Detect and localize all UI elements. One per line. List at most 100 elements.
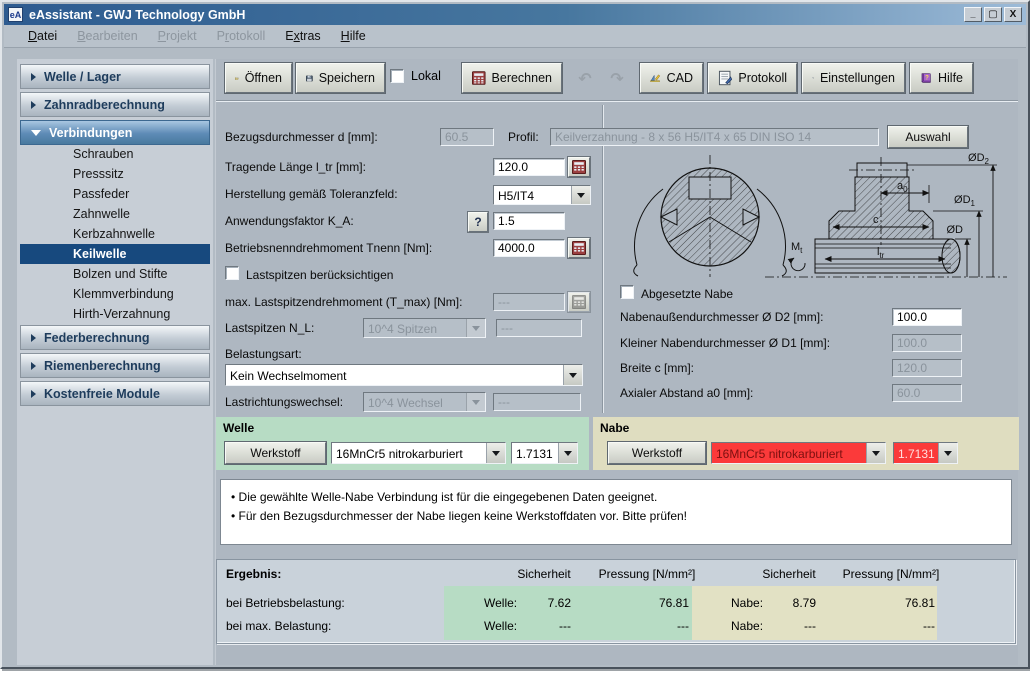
shaft-material-panel: Welle Werkstoff 16MnCr5 nitrokarburiert … <box>216 417 589 470</box>
results-col-shaft-safety: Sicherheit <box>494 567 594 581</box>
application-factor-field[interactable]: 1.5 <box>493 212 565 230</box>
sidebar-item-klemmverbindung[interactable]: Klemmverbindung <box>20 284 210 304</box>
sidebar-section-verbindungen[interactable]: Verbindungen <box>20 120 210 145</box>
svg-text:c: c <box>873 214 879 226</box>
shaft-material-number-value: 1.7131 <box>512 443 558 463</box>
calculator-icon <box>572 160 586 174</box>
main-panel: Öffnen Speichern Lokal <box>215 59 1018 665</box>
sidebar-item-hirth-verzahnung[interactable]: Hirth-Verzahnung <box>20 304 210 324</box>
expanded-arrow-icon <box>31 130 41 136</box>
sidebar-section-label: Federberechnung <box>44 331 150 345</box>
sidebar-item-bolzen-und-stifte[interactable]: Bolzen und Stifte <box>20 264 210 284</box>
toolbar-separator <box>216 100 1018 102</box>
dropdown-arrow-icon[interactable] <box>486 443 505 463</box>
length-calculator-button[interactable] <box>568 157 590 177</box>
column-divider <box>602 105 604 413</box>
lokal-checkbox[interactable] <box>390 69 404 83</box>
shaft-material-button[interactable]: Werkstoff <box>225 442 326 464</box>
stepped-hub-checkbox[interactable] <box>620 285 634 299</box>
max-torque-calculator-button <box>568 292 590 312</box>
profile-field: Keilverzahnung - 8 x 56 H5/IT4 x 65 DIN … <box>550 128 879 146</box>
dropdown-arrow-icon[interactable] <box>571 186 590 204</box>
nominal-torque-calculator-button[interactable] <box>568 238 590 258</box>
folder-open-icon <box>235 71 239 86</box>
tools-icon <box>812 70 814 86</box>
open-button[interactable]: Öffnen <box>225 63 292 93</box>
collapsed-arrow-icon <box>31 73 36 81</box>
save-button[interactable]: Speichern <box>296 63 385 93</box>
sidebar-section-riemenberechnung[interactable]: Riemenberechnung <box>20 353 210 378</box>
lokal-checkbox-label: Lokal <box>411 69 441 83</box>
redo-button: ↷ <box>604 66 630 91</box>
sidebar-section-kostenfreie-module[interactable]: Kostenfreie Module <box>20 381 210 406</box>
results-panel: Ergebnis: Sicherheit Pressung [N/mm²] Si… <box>216 559 1016 644</box>
shaft-safety-value: --- <box>501 619 571 633</box>
calculator-icon <box>472 70 486 86</box>
hub-material-button[interactable]: Werkstoff <box>608 442 706 464</box>
sidebar-item-schrauben[interactable]: Schrauben <box>20 144 210 164</box>
collapsed-arrow-icon <box>31 362 36 370</box>
shaft-material-select[interactable]: 16MnCr5 nitrokarburiert <box>331 442 506 464</box>
length-label: Tragende Länge l_tr [mm]: <box>225 160 366 174</box>
application-factor-help-button[interactable]: ? <box>468 212 488 232</box>
hub-material-number-select[interactable]: 1.7131 <box>893 442 958 464</box>
tolerance-select[interactable]: H5/IT4 <box>493 185 591 205</box>
tolerance-label: Herstellung gemäß Toleranzfeld: <box>225 187 398 201</box>
app-icon: eA <box>8 7 23 22</box>
hub-material-select[interactable]: 16MnCr5 nitrokarburiert <box>711 442 886 464</box>
sidebar-item-keilwelle[interactable]: Keilwelle <box>20 244 210 264</box>
redo-icon: ↷ <box>610 69 623 89</box>
load-peaks-unit-select: 10^4 Spitzen <box>363 318 486 338</box>
tolerance-select-value: H5/IT4 <box>494 186 571 204</box>
calculator-icon <box>572 295 586 309</box>
load-peaks-unit-value: 10^4 Spitzen <box>364 319 466 337</box>
sidebar-item-passfeder[interactable]: Passfeder <box>20 184 210 204</box>
cad-button[interactable]: CAD <box>640 63 703 93</box>
shaft-material-value: 16MnCr5 nitrokarburiert <box>332 443 486 463</box>
sidebar-item-zahnwelle[interactable]: Zahnwelle <box>20 204 210 224</box>
load-type-select[interactable]: Kein Wechselmoment <box>225 364 583 386</box>
titlebar: eA eAssistant - GWJ Technology GmbH _ ▢ … <box>4 4 1026 25</box>
book-question-icon: ? <box>920 70 932 86</box>
axial-distance-label: Axialer Abstand a0 [mm]: <box>620 386 753 400</box>
results-col-hub-safety: Sicherheit <box>739 567 839 581</box>
menu-protokoll: Protokoll <box>207 26 276 46</box>
svg-text:ØD: ØD <box>947 224 964 236</box>
sidebar-section-zahnradberechnung[interactable]: Zahnradberechnung <box>20 92 210 117</box>
sidebar-item-presssitz[interactable]: Presssitz <box>20 164 210 184</box>
calculate-button[interactable]: Berechnen <box>462 63 562 93</box>
dropdown-arrow-icon[interactable] <box>866 443 885 463</box>
load-peaks-checkbox[interactable] <box>225 266 239 280</box>
hub-outer-diameter-field[interactable]: 100.0 <box>892 308 962 326</box>
menu-hilfe[interactable]: Hilfe <box>331 26 376 46</box>
collapsed-arrow-icon <box>31 334 36 342</box>
menu-datei[interactable]: Datei <box>18 26 67 46</box>
menu-extras[interactable]: Extras <box>275 26 330 46</box>
dropdown-arrow-icon <box>466 393 485 411</box>
load-direction-unit-value: 10^4 Wechsel <box>364 393 466 411</box>
protocol-button[interactable]: Protokoll <box>708 63 797 93</box>
hub-safety-value: --- <box>747 619 816 633</box>
maximize-button[interactable]: ▢ <box>984 7 1002 22</box>
dropdown-arrow-icon[interactable] <box>558 443 577 463</box>
close-button[interactable]: X <box>1004 7 1022 22</box>
sidebar-section-welle-lager[interactable]: Welle / Lager <box>20 64 210 89</box>
load-direction-field: --- <box>493 393 581 411</box>
dropdown-arrow-icon[interactable] <box>563 365 582 385</box>
minimize-button[interactable]: _ <box>964 7 982 22</box>
length-field[interactable]: 120.0 <box>493 158 565 176</box>
help-button-label: Hilfe <box>938 71 963 85</box>
sidebar: Welle / Lager Zahnradberechnung Verbindu… <box>17 59 213 665</box>
sidebar-item-kerbzahnwelle[interactable]: Kerbzahnwelle <box>20 224 210 244</box>
hub-small-diameter-label: Kleiner Nabendurchmesser Ø D1 [mm]: <box>620 336 830 350</box>
sidebar-section-label: Kostenfreie Module <box>44 387 160 401</box>
settings-button[interactable]: Einstellungen <box>802 63 905 93</box>
profile-select-button[interactable]: Auswahl <box>888 126 968 148</box>
svg-text:ØD1: ØD1 <box>954 194 976 208</box>
message-box: Die gewählte Welle-Nabe Verbindung ist f… <box>220 479 1012 545</box>
dropdown-arrow-icon[interactable] <box>938 443 957 463</box>
help-button[interactable]: ? Hilfe <box>910 63 973 93</box>
shaft-material-number-select[interactable]: 1.7131 <box>511 442 578 464</box>
sidebar-section-federberechnung[interactable]: Federberechnung <box>20 325 210 350</box>
nominal-torque-field[interactable]: 4000.0 <box>493 239 565 257</box>
